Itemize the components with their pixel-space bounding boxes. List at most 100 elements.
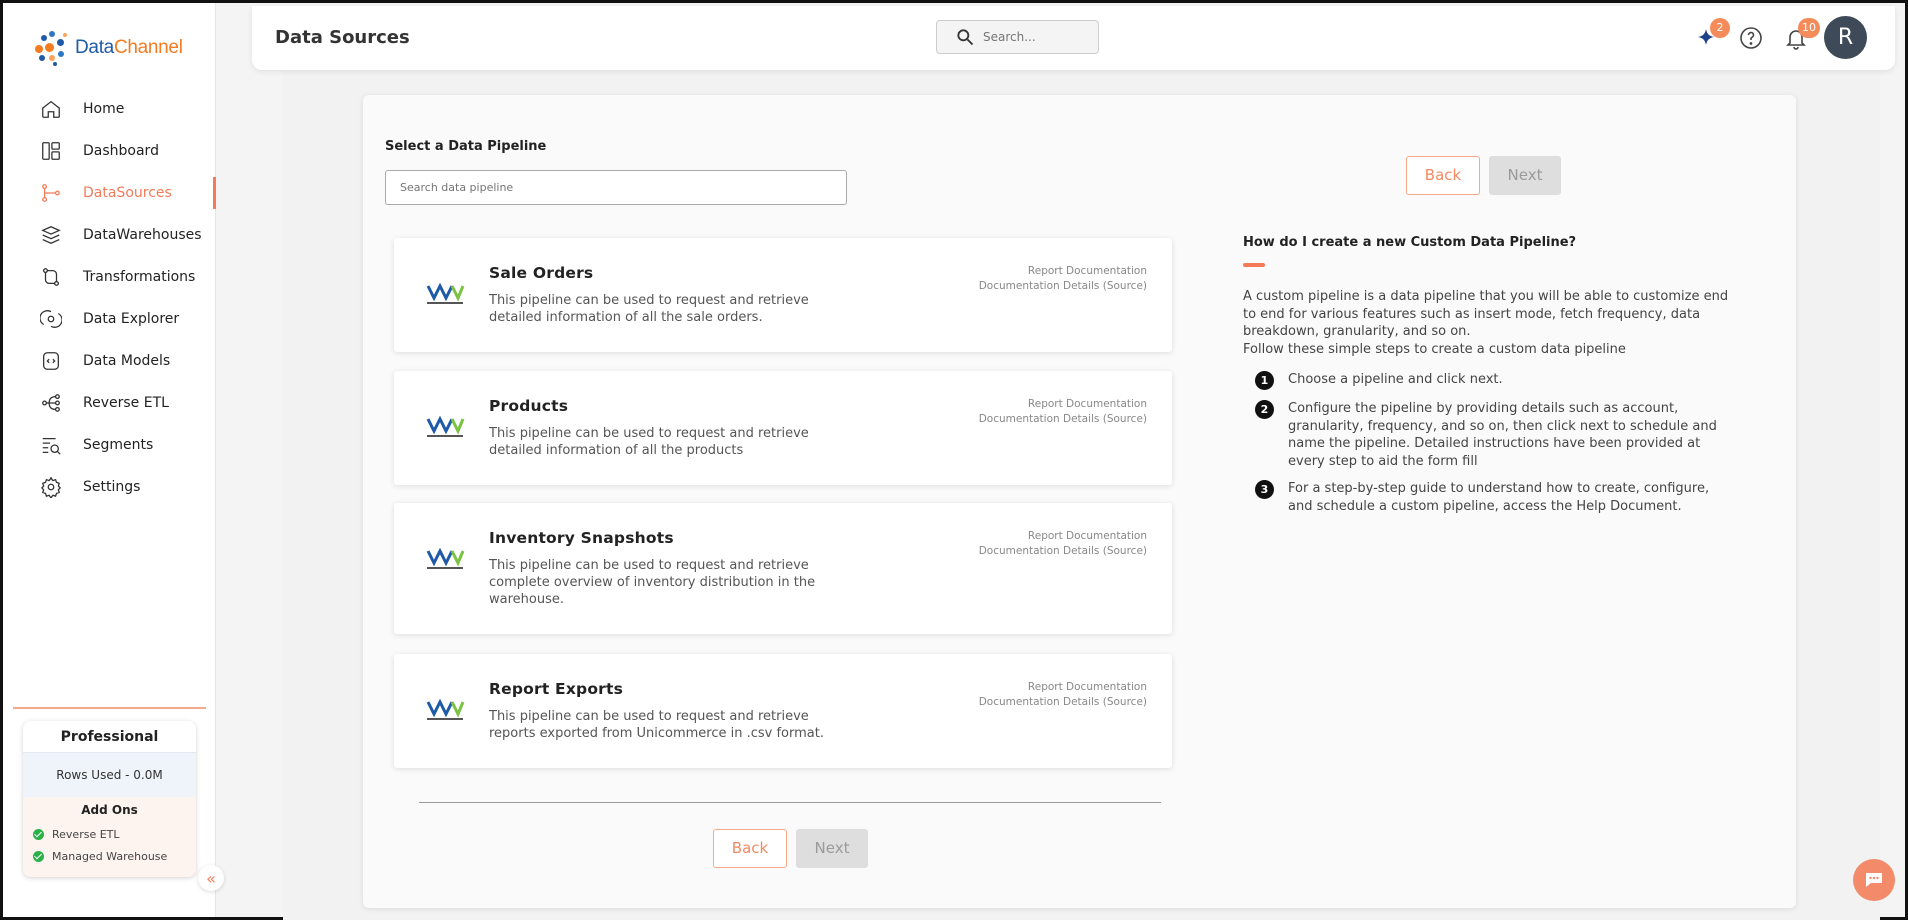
dashboard-icon (39, 139, 63, 163)
check-icon (33, 828, 44, 840)
datasources-icon (39, 181, 63, 205)
collapse-sidebar-button[interactable]: « (198, 865, 224, 891)
sidebar-item-data-models[interactable]: Data Models (3, 340, 216, 382)
report-documentation-link[interactable]: Report Documentation (979, 264, 1147, 279)
datachannel-logo[interactable]: DataChannel (31, 29, 183, 67)
rows-used: Rows Used - 0.0M (23, 753, 196, 797)
card-description: This pipeline can be used to request and… (489, 426, 809, 458)
sidebar-item-dashboard[interactable]: Dashboard (3, 130, 216, 172)
datachannel-logo-icon (31, 29, 69, 67)
user-avatar[interactable]: R (1824, 16, 1867, 59)
back-button-bottom[interactable]: Back (713, 829, 787, 868)
pipeline-search-input[interactable] (385, 170, 847, 205)
step-number: 3 (1255, 480, 1274, 499)
step-number: 1 (1255, 371, 1274, 390)
sidebar-item-label: DataSources (83, 185, 172, 201)
check-icon (33, 850, 44, 862)
chat-button[interactable] (1853, 859, 1895, 901)
sparkle-badge: 2 (1710, 18, 1730, 38)
next-button-top[interactable]: Next (1489, 156, 1561, 195)
unicommerce-logo-icon (426, 698, 465, 720)
page-title: Data Sources (275, 27, 410, 48)
sidebar-item-datasources[interactable]: DataSources (3, 172, 216, 214)
report-documentation-link[interactable]: Report Documentation (979, 529, 1147, 544)
sidebar-item-home[interactable]: Home (3, 88, 216, 130)
back-button-top[interactable]: Back (1406, 156, 1480, 195)
plan-card: Professional Rows Used - 0.0M Add Ons Re… (23, 721, 196, 877)
plan-name: Professional (23, 721, 196, 753)
step-text: Choose a pipeline and click next. (1288, 372, 1503, 387)
help-step: 3 For a step-by-step guide to understand… (1243, 480, 1733, 515)
sidebar-item-reverse-etl[interactable]: Reverse ETL (3, 382, 216, 424)
card-description: This pipeline can be used to request and… (489, 558, 816, 607)
card-title: Report Exports (489, 680, 624, 698)
pipeline-card-products[interactable]: Products This pipeline can be used to re… (394, 371, 1172, 485)
step-text: For a step-by-step guide to understand h… (1288, 481, 1710, 514)
notification-badge: 10 (1798, 18, 1820, 38)
addon-label: Managed Warehouse (52, 849, 168, 863)
addon-label: Reverse ETL (52, 827, 120, 841)
global-search[interactable] (936, 20, 1099, 54)
addons-section: Add Ons Reverse ETL Managed Warehouse (23, 797, 196, 877)
addons-title: Add Ons (81, 803, 138, 817)
sidebar-item-settings[interactable]: Settings (3, 466, 216, 508)
card-title: Products (489, 397, 569, 415)
help-intro-follow: Follow these simple steps to create a cu… (1243, 341, 1626, 357)
brand-name-part2: Channel (113, 37, 183, 58)
sidebar-item-label: Reverse ETL (83, 395, 169, 411)
sidebar-item-label: Data Explorer (83, 311, 180, 327)
sidebar-item-segments[interactable]: Segments (3, 424, 216, 466)
home-icon (39, 97, 63, 121)
documentation-details-link[interactable]: Documentation Details (Source) (979, 279, 1147, 294)
help-steps: 1 Choose a pipeline and click next. 2 Co… (1243, 371, 1733, 515)
pipeline-panel: Select a Data Pipeline Back Next Sale Or… (363, 95, 1796, 908)
ai-sparkle-button[interactable]: 2 (1694, 18, 1730, 50)
unicommerce-logo-icon (426, 415, 465, 437)
reverse-etl-icon (39, 391, 63, 415)
pipeline-card-sale-orders[interactable]: Sale Orders This pipeline can be used to… (394, 238, 1172, 352)
sidebar-item-label: Transformations (83, 269, 196, 285)
sidebar-nav: Home Dashboard DataSources DataWarehouse… (3, 88, 216, 508)
double-chevron-left-icon: « (206, 868, 216, 888)
help-section: How do I create a new Custom Data Pipeli… (1243, 235, 1733, 525)
chat-icon (1866, 873, 1882, 887)
step-text: Configure the pipeline by providing deta… (1288, 401, 1717, 469)
help-title: How do I create a new Custom Data Pipeli… (1243, 235, 1577, 250)
help-intro: A custom pipeline is a data pipeline tha… (1243, 289, 1729, 339)
sidebar-item-transformations[interactable]: Transformations (3, 256, 216, 298)
pipeline-card-report-exports[interactable]: Report Exports This pipeline can be used… (394, 654, 1172, 768)
sidebar-item-label: Settings (83, 479, 141, 495)
addon-item: Reverse ETL (23, 823, 196, 845)
transform-icon (39, 265, 63, 289)
documentation-details-link[interactable]: Documentation Details (Source) (979, 544, 1147, 559)
gear-icon (39, 475, 63, 499)
notifications-button[interactable]: 10 (1784, 18, 1820, 50)
sidebar-item-datawarehouses[interactable]: DataWarehouses (3, 214, 216, 256)
card-title: Inventory Snapshots (489, 529, 674, 547)
unicommerce-logo-icon (426, 547, 465, 569)
sidebar-item-label: Segments (83, 437, 154, 453)
warehouse-icon (39, 223, 63, 247)
report-documentation-link[interactable]: Report Documentation (979, 680, 1147, 695)
help-icon (1740, 27, 1762, 49)
search-icon (957, 29, 974, 46)
sidebar-item-label: Home (83, 101, 125, 117)
help-step: 1 Choose a pipeline and click next. (1243, 371, 1733, 390)
pipeline-card-inventory-snapshots[interactable]: Inventory Snapshots This pipeline can be… (394, 503, 1172, 634)
documentation-details-link[interactable]: Documentation Details (Source) (979, 412, 1147, 427)
explorer-icon (39, 307, 63, 331)
sidebar-item-label: Dashboard (83, 143, 159, 159)
list-divider (419, 802, 1161, 803)
sidebar-item-data-explorer[interactable]: Data Explorer (3, 298, 216, 340)
select-pipeline-label: Select a Data Pipeline (385, 139, 547, 154)
card-title: Sale Orders (489, 264, 594, 282)
sidebar: DataChannel Home Dashboard DataSources D… (3, 3, 216, 917)
global-search-input[interactable] (983, 30, 1083, 44)
next-button-bottom[interactable]: Next (796, 829, 868, 868)
report-documentation-link[interactable]: Report Documentation (979, 397, 1147, 412)
brand-name-part1: Data (75, 37, 114, 58)
step-number: 2 (1255, 400, 1274, 419)
help-button[interactable] (1739, 26, 1763, 50)
documentation-details-link[interactable]: Documentation Details (Source) (979, 695, 1147, 710)
segments-icon (39, 433, 63, 457)
